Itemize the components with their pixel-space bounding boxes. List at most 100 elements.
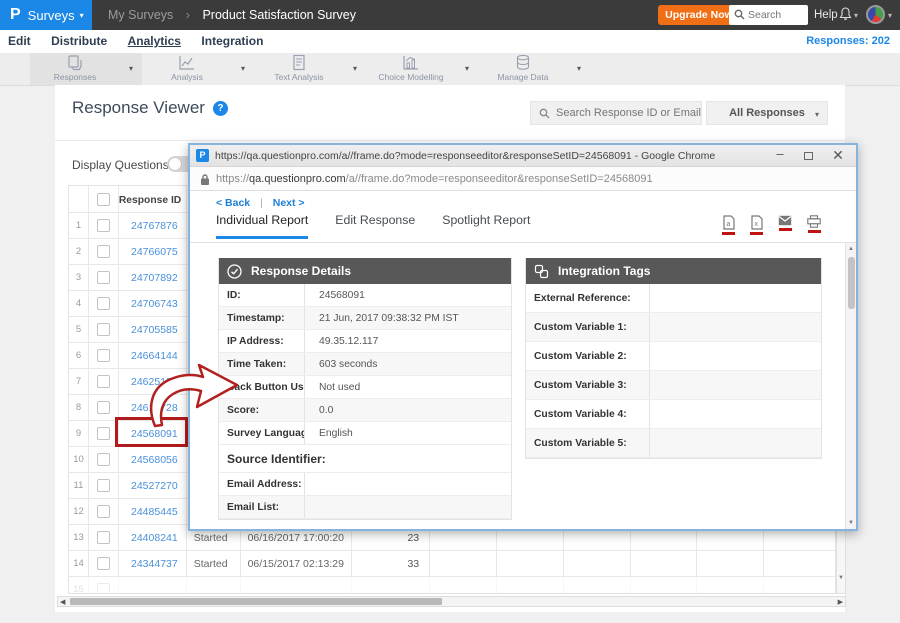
user-avatar[interactable]	[866, 5, 885, 24]
response-search-box[interactable]	[530, 101, 702, 125]
row-checkbox[interactable]	[97, 505, 110, 518]
row-number: 3	[69, 265, 89, 290]
menu-item-distribute[interactable]: Distribute	[51, 30, 107, 53]
response-id-link[interactable]: 24766075	[119, 239, 187, 264]
detail-row: Back Button Usage: Not used	[219, 376, 511, 399]
toolbar-text-analysis[interactable]: Text Analysis ▾	[254, 53, 366, 85]
maximize-button[interactable]	[798, 145, 818, 167]
product-name: Surveys	[28, 8, 75, 23]
chevron-down-icon[interactable]: ▾	[888, 11, 892, 20]
tag-value	[650, 342, 821, 370]
row-number: 11	[69, 473, 89, 498]
row-checkbox[interactable]	[97, 323, 110, 336]
row-number: 5	[69, 317, 89, 342]
scrollbar-thumb[interactable]	[70, 598, 442, 605]
window-title-bar[interactable]: P https://qa.questionpro.com/a//frame.do…	[190, 145, 856, 167]
chevron-down-icon[interactable]: ▾	[854, 11, 858, 20]
tab-spotlight-report[interactable]: Spotlight Report	[442, 213, 530, 239]
print-icon[interactable]	[807, 215, 821, 235]
menu-item-integration[interactable]: Integration	[201, 30, 263, 53]
scroll-down-arrow-icon[interactable]: ▼	[846, 520, 856, 526]
excel-export-icon[interactable]: x	[750, 215, 763, 235]
chevron-down-icon[interactable]: ▾	[465, 64, 469, 73]
row-checkbox[interactable]	[97, 245, 110, 258]
scroll-up-arrow-icon[interactable]: ▲	[846, 246, 856, 252]
all-responses-dropdown[interactable]: All Responses ▾	[706, 101, 828, 125]
row-checkbox[interactable]	[97, 271, 110, 284]
browser-address-bar[interactable]: https://qa.questionpro.com/a//frame.do?m…	[190, 167, 856, 191]
toolbar-manage-data[interactable]: Manage Data ▾	[478, 53, 590, 85]
response-id-link[interactable]: 24767876	[119, 213, 187, 238]
row-checkbox[interactable]	[97, 557, 110, 570]
tag-row: Custom Variable 1:	[526, 313, 821, 342]
close-button[interactable]: ✕	[828, 145, 848, 167]
chevron-down-icon[interactable]: ▾	[577, 64, 581, 73]
response-id-link[interactable]	[119, 577, 187, 594]
response-id-link[interactable]: 24527270	[119, 473, 187, 498]
source-identifier-label: Source Identifier:	[219, 445, 511, 473]
table-horizontal-scrollbar[interactable]: ◀ ▶	[57, 596, 846, 607]
detail-value: 603 seconds	[305, 353, 511, 375]
toolbar-responses[interactable]: Responses ▾	[30, 53, 142, 85]
row-checkbox[interactable]	[97, 427, 110, 440]
row-checkbox[interactable]	[97, 583, 110, 594]
window-title: https://qa.questionpro.com/a//frame.do?m…	[215, 145, 715, 167]
menu-item-edit[interactable]: Edit	[8, 30, 31, 53]
integration-tags-panel: Integration Tags External Reference: Cus…	[525, 258, 822, 459]
scroll-left-arrow-icon[interactable]: ◀	[60, 598, 65, 606]
tag-value	[650, 429, 821, 457]
row-checkbox[interactable]	[97, 479, 110, 492]
chevron-down-icon[interactable]: ▾	[129, 64, 133, 73]
detail-value: 21 Jun, 2017 09:38:32 PM IST	[305, 307, 511, 329]
row-checkbox[interactable]	[97, 297, 110, 310]
response-id-link[interactable]: 24706743	[119, 291, 187, 316]
response-id-link[interactable]: 24705585	[119, 317, 187, 342]
email-icon[interactable]	[778, 215, 792, 235]
global-search-box[interactable]	[729, 5, 808, 25]
detail-row: IP Address: 49.35.12.117	[219, 330, 511, 353]
response-id-link[interactable]: 24408241	[119, 525, 187, 550]
row-checkbox[interactable]	[97, 375, 110, 388]
toolbar-analysis[interactable]: Analysis ▾	[142, 53, 254, 85]
help-link[interactable]: Help	[814, 0, 838, 30]
detail-label: IP Address:	[219, 330, 305, 352]
favicon: P	[196, 149, 209, 162]
response-search-input[interactable]	[531, 102, 701, 124]
response-id-link[interactable]: 24485445	[119, 499, 187, 524]
tag-label: Custom Variable 4:	[526, 400, 650, 428]
row-checkbox[interactable]	[97, 453, 110, 466]
upgrade-now-button[interactable]: Upgrade Now	[658, 5, 740, 25]
scroll-right-arrow-icon[interactable]: ▶	[838, 598, 843, 606]
response-status: Started	[187, 551, 241, 576]
chevron-down-icon[interactable]: ▾	[241, 64, 245, 73]
response-id-link[interactable]: 24707892	[119, 265, 187, 290]
popup-vertical-scrollbar[interactable]: ▲ ▼	[845, 243, 856, 529]
row-checkbox[interactable]	[97, 401, 110, 414]
check-circle-icon	[227, 264, 242, 279]
row-checkbox[interactable]	[97, 219, 110, 232]
tag-row: Custom Variable 4:	[526, 400, 821, 429]
next-link[interactable]: Next >	[273, 197, 305, 209]
detail-value	[305, 496, 511, 518]
response-id-link[interactable]: 24568056	[119, 447, 187, 472]
pdf-export-icon[interactable]: a	[722, 215, 735, 235]
detail-row: Survey Language: English	[219, 422, 511, 445]
notifications-bell-icon[interactable]	[839, 7, 852, 26]
toolbar-choice-modelling[interactable]: Choice Modelling ▾	[366, 53, 478, 85]
row-checkbox[interactable]	[97, 531, 110, 544]
minimize-button[interactable]: –	[770, 145, 790, 167]
tab-individual-report[interactable]: Individual Report	[216, 213, 308, 239]
row-checkbox[interactable]	[97, 349, 110, 362]
scrollbar-thumb[interactable]	[848, 257, 855, 309]
menu-item-analytics[interactable]: Analytics	[128, 30, 181, 53]
tab-edit-response[interactable]: Edit Response	[335, 213, 415, 239]
breadcrumb-my-surveys[interactable]: My Surveys	[108, 8, 173, 22]
response-id-column-header[interactable]: Response ID▲	[119, 186, 187, 212]
back-link[interactable]: < Back	[216, 197, 250, 209]
help-icon[interactable]: ?	[213, 101, 228, 116]
response-id-link[interactable]: 24344737	[119, 551, 187, 576]
surveys-product-menu[interactable]: P Surveys ▾	[0, 0, 92, 30]
select-all-checkbox[interactable]	[97, 193, 110, 206]
scroll-down-arrow-icon[interactable]: ▼	[837, 575, 845, 581]
chevron-down-icon[interactable]: ▾	[353, 64, 357, 73]
